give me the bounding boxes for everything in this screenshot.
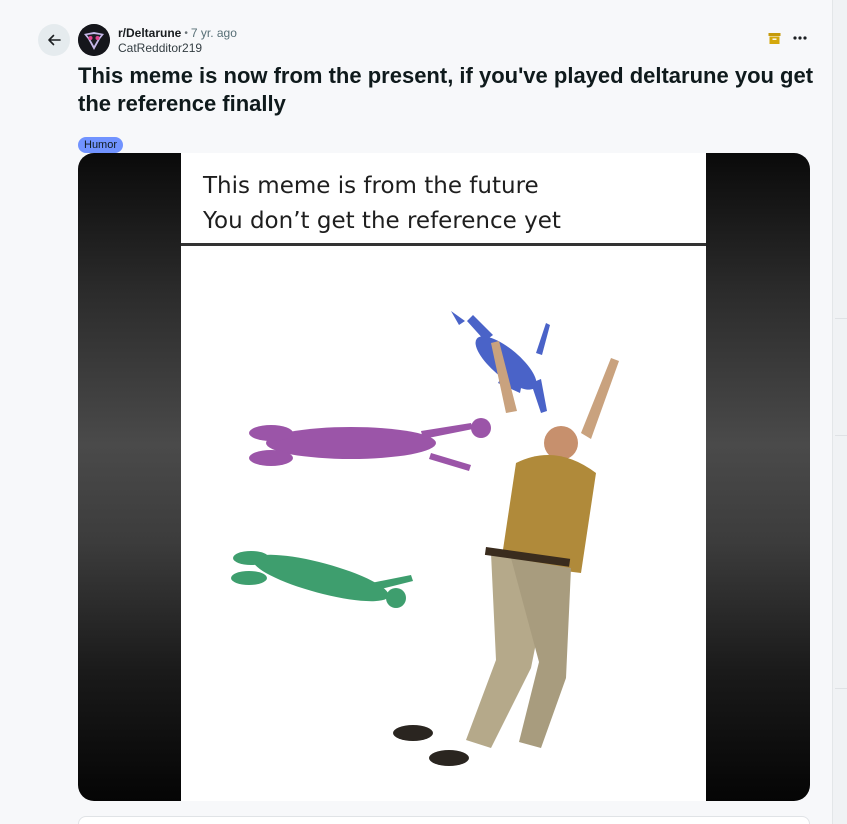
post-flair[interactable]: Humor: [78, 137, 124, 153]
subreddit-link[interactable]: r/Deltarune: [118, 26, 181, 41]
subreddit-avatar[interactable]: [78, 24, 110, 56]
next-card-edge: [78, 816, 810, 824]
flying-figures-illustration: [231, 311, 619, 766]
meta-separator: •: [184, 28, 188, 39]
rail-divider: [835, 435, 847, 436]
deltarune-emblem-icon: [78, 24, 110, 56]
rail-divider: [835, 688, 847, 689]
meme-image: This meme is from the future You don’t g…: [181, 153, 706, 801]
caption-divider: [181, 243, 706, 246]
post-actions: [767, 30, 809, 46]
post-media[interactable]: This meme is from the future You don’t g…: [78, 153, 810, 801]
back-button[interactable]: [38, 24, 70, 56]
arrow-left-icon: [48, 34, 61, 46]
more-options-button[interactable]: [791, 30, 809, 46]
meme-caption: This meme is from the future You don’t g…: [203, 169, 561, 239]
archive-icon: [767, 31, 781, 45]
more-horizontal-icon: [793, 36, 807, 40]
purple-figure: [249, 418, 491, 471]
green-figure: [231, 551, 413, 608]
meme-caption-line1: This meme is from the future: [203, 173, 539, 199]
post-age: 7 yr. ago: [190, 26, 237, 40]
rail-divider: [835, 318, 847, 319]
meme-caption-line2: You don’t get the reference yet: [203, 208, 561, 234]
author-link[interactable]: CatRedditor219: [118, 41, 237, 56]
post-title: This meme is now from the present, if yo…: [78, 63, 814, 116]
right-rail: [832, 0, 847, 824]
old-man-figure: [393, 341, 619, 766]
post-meta: r/Deltarune • 7 yr. ago CatRedditor219: [118, 26, 237, 56]
